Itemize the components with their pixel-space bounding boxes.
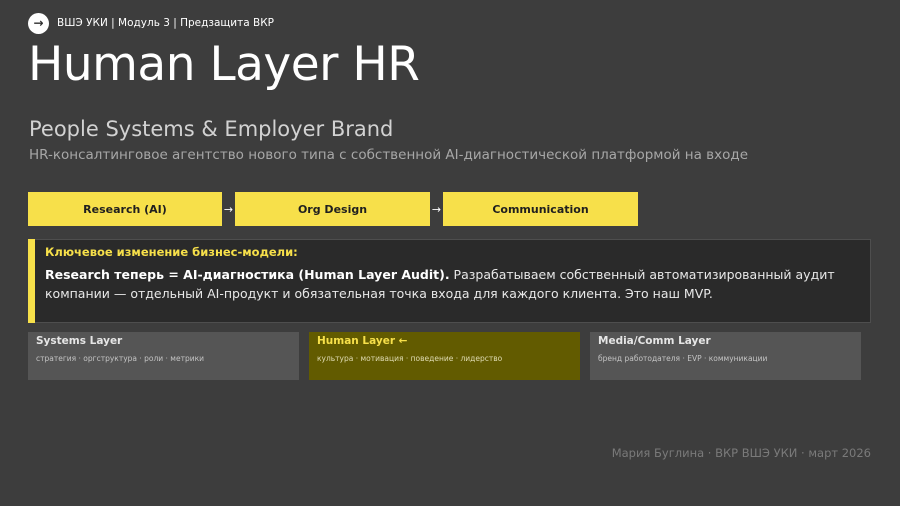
key-change-callout: Ключевое изменение бизнес-модели: Resear…	[28, 239, 871, 323]
layer-name: Media/Comm Layer	[598, 335, 711, 347]
step-org-design: Org Design	[235, 192, 430, 226]
layer-name: Systems Layer	[36, 335, 123, 347]
callout-body-strong: Research теперь = AI-диагностика (Human …	[45, 267, 450, 282]
step-research: Research (AI)	[28, 192, 222, 226]
slide-header: → ВШЭ УКИ | Модуль 3 | Предзащита ВКР	[28, 12, 274, 34]
layer-card-systems: Systems Layer стратегия · оргструктура ·…	[28, 332, 299, 380]
process-steps: Research (AI) → Org Design → Communicati…	[28, 192, 638, 226]
arrow-right-icon: →	[28, 12, 49, 34]
slide-footer: Мария Буглина · ВКР ВШЭ УКИ · март 2026	[611, 446, 871, 460]
page-description: HR-консалтинговое агентство нового типа …	[29, 147, 749, 163]
step-communication: Communication	[443, 192, 638, 226]
arrow-right-icon: →	[431, 202, 442, 216]
breadcrumb: ВШЭ УКИ | Модуль 3 | Предзащита ВКР	[57, 17, 274, 29]
layer-tags: стратегия · оргструктура · роли · метрик…	[36, 354, 204, 363]
layer-card-human: Human Layer ← культура · мотивация · пов…	[309, 332, 580, 380]
layer-tags: бренд работодателя · EVP · коммуникации	[598, 354, 768, 363]
layer-card-media: Media/Comm Layer бренд работодателя · EV…	[590, 332, 861, 380]
layer-tags: культура · мотивация · поведение · лидер…	[317, 354, 503, 363]
callout-label: Ключевое изменение бизнес-модели:	[45, 245, 298, 259]
callout-accent-bar	[28, 239, 35, 323]
layers-row: Systems Layer стратегия · оргструктура ·…	[28, 332, 861, 380]
callout-body: Research теперь = AI-диагностика (Human …	[45, 265, 845, 303]
arrow-right-icon: →	[223, 202, 234, 216]
page-title: Human Layer HR	[28, 37, 420, 92]
layer-name: Human Layer ←	[317, 335, 408, 347]
page-subtitle: People Systems & Employer Brand	[29, 117, 394, 141]
